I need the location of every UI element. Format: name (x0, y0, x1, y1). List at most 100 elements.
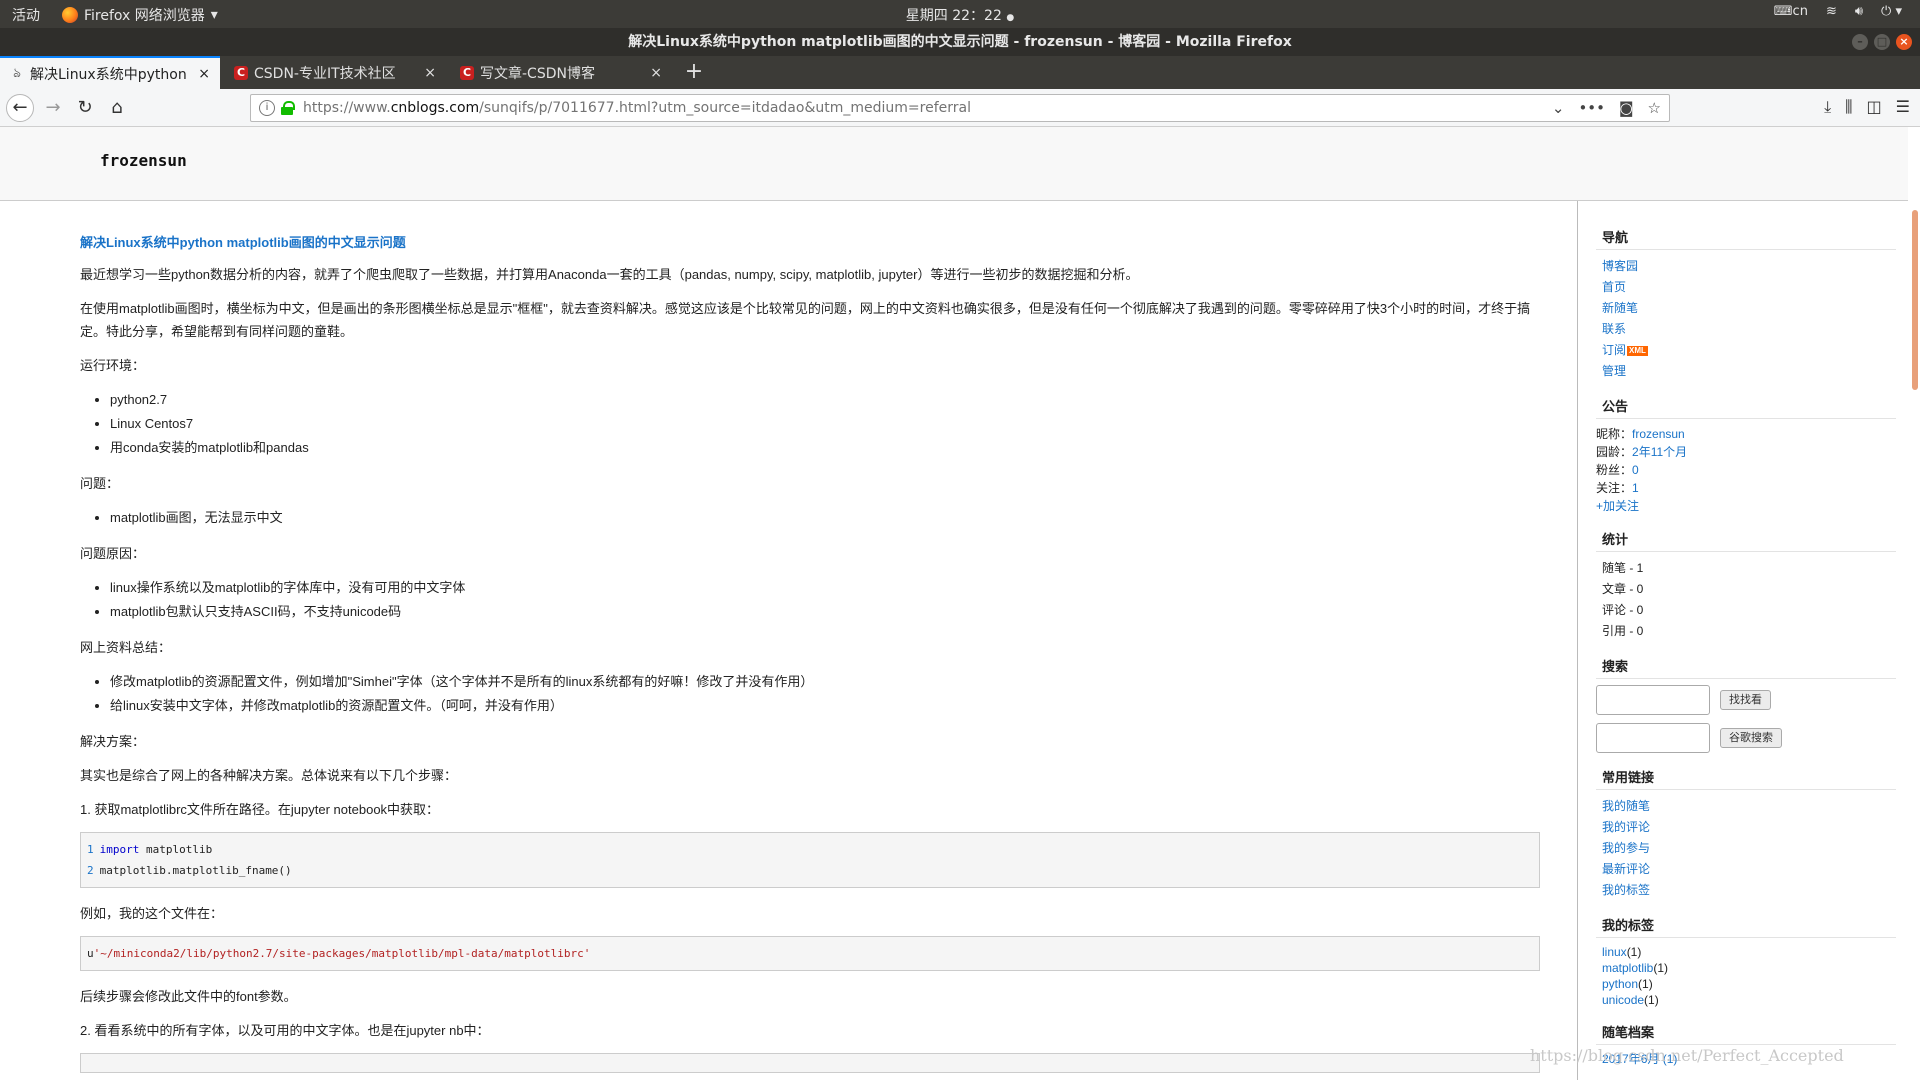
notice-value-link[interactable]: frozensun (1632, 427, 1685, 441)
problem-list: matplotlib画图，无法显示中文 (110, 506, 1540, 530)
back-button[interactable]: ← (6, 94, 34, 122)
tag-link[interactable]: matplotlib (1602, 961, 1653, 975)
tab-csdn-write[interactable]: C 写文章-CSDN博客 × (450, 56, 672, 89)
my-participation-link[interactable]: 我的参与 (1602, 841, 1650, 855)
follow-link[interactable]: +加关注 (1596, 499, 1639, 513)
section-label: 解决方案： (80, 734, 146, 749)
sidebar-toggle-icon[interactable]: ◫ (1867, 97, 1882, 117)
site-search-input[interactable] (1596, 685, 1710, 715)
csdn-favicon: C (234, 65, 248, 80)
page-scrollbar-thumb[interactable] (1912, 210, 1918, 390)
notice-label: 关注： (1596, 481, 1633, 495)
notice-value-link[interactable]: 1 (1632, 481, 1639, 495)
activities-button[interactable]: 活动 (12, 5, 40, 25)
tag-count: (1) (1626, 945, 1642, 959)
code-text: u (87, 947, 94, 960)
code-block[interactable]: u'~/miniconda2/lib/python2.7/site-packag… (80, 936, 1540, 971)
notice-value-link[interactable]: 0 (1632, 463, 1639, 477)
url-path: /sunqifs/p/7011677.html?utm_source=itdad… (479, 100, 971, 116)
step-heading: 2. 看看系统中的所有字体，以及可用的中文字体。也是在jupyter nb中： (80, 1023, 490, 1038)
wifi-icon[interactable]: ≋ (1826, 4, 1837, 19)
stat-row: 文章 - 0 (1602, 582, 1644, 596)
pocket-icon[interactable]: ◙ (1619, 99, 1634, 117)
sidebar-stats-section: 统计 随笔 - 1 文章 - 0 评论 - 0 引用 - 0 (1596, 529, 1896, 642)
downloads-icon[interactable]: ⤓ (1824, 97, 1831, 117)
nav-link-contact[interactable]: 联系 (1602, 322, 1626, 336)
article-paragraph: 在使用matplotlib画图时，横坐标为中文，但是画出的条形图横坐标总是显示"… (80, 301, 1531, 339)
stat-row: 评论 - 0 (1602, 603, 1644, 617)
site-search-button[interactable]: 找找看 (1720, 690, 1771, 710)
system-clock[interactable]: 星期四 22：22 (906, 8, 1002, 24)
stat-row: 引用 - 0 (1602, 624, 1644, 638)
address-bar[interactable]: i https://www.cnblogs.com/sunqifs/p/7011… (250, 94, 1670, 122)
my-comments-link[interactable]: 我的评论 (1602, 820, 1650, 834)
my-tags-link[interactable]: 我的标签 (1602, 883, 1650, 897)
article-paragraph: 最近想学习一些python数据分析的内容，就弄了个爬虫爬取了一些数据，并打算用A… (80, 267, 1139, 282)
code-keyword: import (99, 843, 140, 856)
notice-value-link[interactable]: 2年11个月 (1632, 445, 1687, 459)
firefox-icon (62, 7, 78, 23)
sidebar-notice-section: 公告 昵称：frozensun 园龄：2年11个月 粉丝：0 关注：1 +加关注 (1596, 396, 1896, 515)
my-posts-link[interactable]: 我的随笔 (1602, 799, 1650, 813)
list-item: matplotlib包默认只支持ASCII码，不支持unicode码 (110, 600, 1540, 624)
sidebar-heading: 我的标签 (1596, 915, 1896, 938)
xml-feed-icon[interactable]: XML (1627, 345, 1648, 356)
tab-close-icon[interactable]: × (198, 66, 210, 82)
new-tab-button[interactable]: + (680, 58, 708, 86)
nav-link-home[interactable]: 首页 (1602, 280, 1626, 294)
bookmark-star-icon[interactable]: ☆ (1648, 99, 1661, 117)
latest-comments-link[interactable]: 最新评论 (1602, 862, 1650, 876)
app-menu-label: Firefox 网络浏览器 (84, 8, 205, 24)
code-block[interactable]: 1 import matplotlib 2 matplotlib.matplotli… (80, 832, 1540, 888)
keyboard-layout[interactable]: ⌨cn (1774, 4, 1808, 19)
home-button[interactable]: ⌂ (104, 95, 130, 121)
cause-list: linux操作系统以及matplotlib的字体库中，没有可用的中文字体 mat… (110, 576, 1540, 624)
library-icon[interactable]: ⫼ (1845, 97, 1852, 117)
sidebar-heading: 导航 (1596, 227, 1896, 250)
google-search-button[interactable]: 谷歌搜索 (1720, 728, 1782, 748)
power-icon[interactable]: ⏻ ▾ (1881, 4, 1902, 19)
csdn-favicon: C (460, 65, 474, 80)
nav-link-subscribe[interactable]: 订阅 (1602, 343, 1626, 357)
volume-icon[interactable]: 🔊︎ (1855, 4, 1863, 19)
hamburger-menu-icon[interactable]: ☰ (1896, 97, 1910, 117)
section-label: 问题： (80, 476, 120, 491)
sidebar-links-section: 常用链接 我的随笔 我的评论 我的参与 最新评论 我的标签 (1596, 767, 1896, 901)
list-item: python2.7 (110, 388, 1540, 412)
tag-link[interactable]: unicode (1602, 993, 1644, 1007)
page-actions-icon[interactable]: ••• (1578, 99, 1605, 117)
sidebar-heading: 公告 (1596, 396, 1896, 419)
cnblogs-favicon: ঌ (13, 65, 21, 81)
article-paragraph: 例如，我的这个文件在： (80, 906, 224, 921)
lock-icon[interactable] (281, 101, 295, 115)
nav-link-cnblogs[interactable]: 博客园 (1602, 259, 1638, 273)
nav-link-new-post[interactable]: 新随笔 (1602, 301, 1638, 315)
code-block[interactable] (80, 1053, 1540, 1073)
tab-close-icon[interactable]: × (650, 65, 662, 81)
tag-link[interactable]: python (1602, 977, 1638, 991)
nav-link-manage[interactable]: 管理 (1602, 364, 1626, 378)
forward-button[interactable]: → (40, 95, 66, 121)
tag-count: (1) (1653, 961, 1669, 975)
notice-label: 昵称： (1596, 427, 1633, 441)
minimize-icon[interactable]: – (1852, 34, 1868, 50)
post-title-link[interactable]: 解决Linux系统中python matplotlib画图的中文显示问题 (80, 232, 1540, 251)
tag-link[interactable]: linux (1602, 945, 1627, 959)
close-window-icon[interactable]: × (1896, 34, 1912, 50)
keyboard-layout-label: cn (1792, 4, 1808, 19)
tab-cnblogs-article[interactable]: ঌ 解决Linux系统中python × (0, 56, 220, 89)
page-viewport: frozensun 解决Linux系统中python matplotlib画图的… (0, 127, 1920, 1080)
blog-title-link[interactable]: frozensun (100, 151, 187, 170)
tab-close-icon[interactable]: × (424, 65, 436, 81)
tab-csdn-home[interactable]: C CSDN-专业IT技术社区 × (224, 56, 446, 89)
google-search-input[interactable] (1596, 723, 1710, 753)
notice-row: 粉丝：0 (1596, 461, 1896, 479)
maximize-icon[interactable]: □ (1874, 34, 1890, 50)
app-menu[interactable]: Firefox 网络浏览器 ▾ (62, 5, 218, 25)
article-paragraph: 其实也是综合了网上的各种解决方案。总体说来有以下几个步骤： (80, 768, 458, 783)
chevron-down-icon[interactable]: ⌄ (1552, 99, 1565, 117)
tab-label: CSDN-专业IT技术社区 (254, 65, 396, 82)
reload-button[interactable]: ↻ (72, 95, 98, 121)
address-text[interactable]: https://www.cnblogs.com/sunqifs/p/701167… (303, 100, 971, 116)
info-icon[interactable]: i (259, 100, 275, 116)
